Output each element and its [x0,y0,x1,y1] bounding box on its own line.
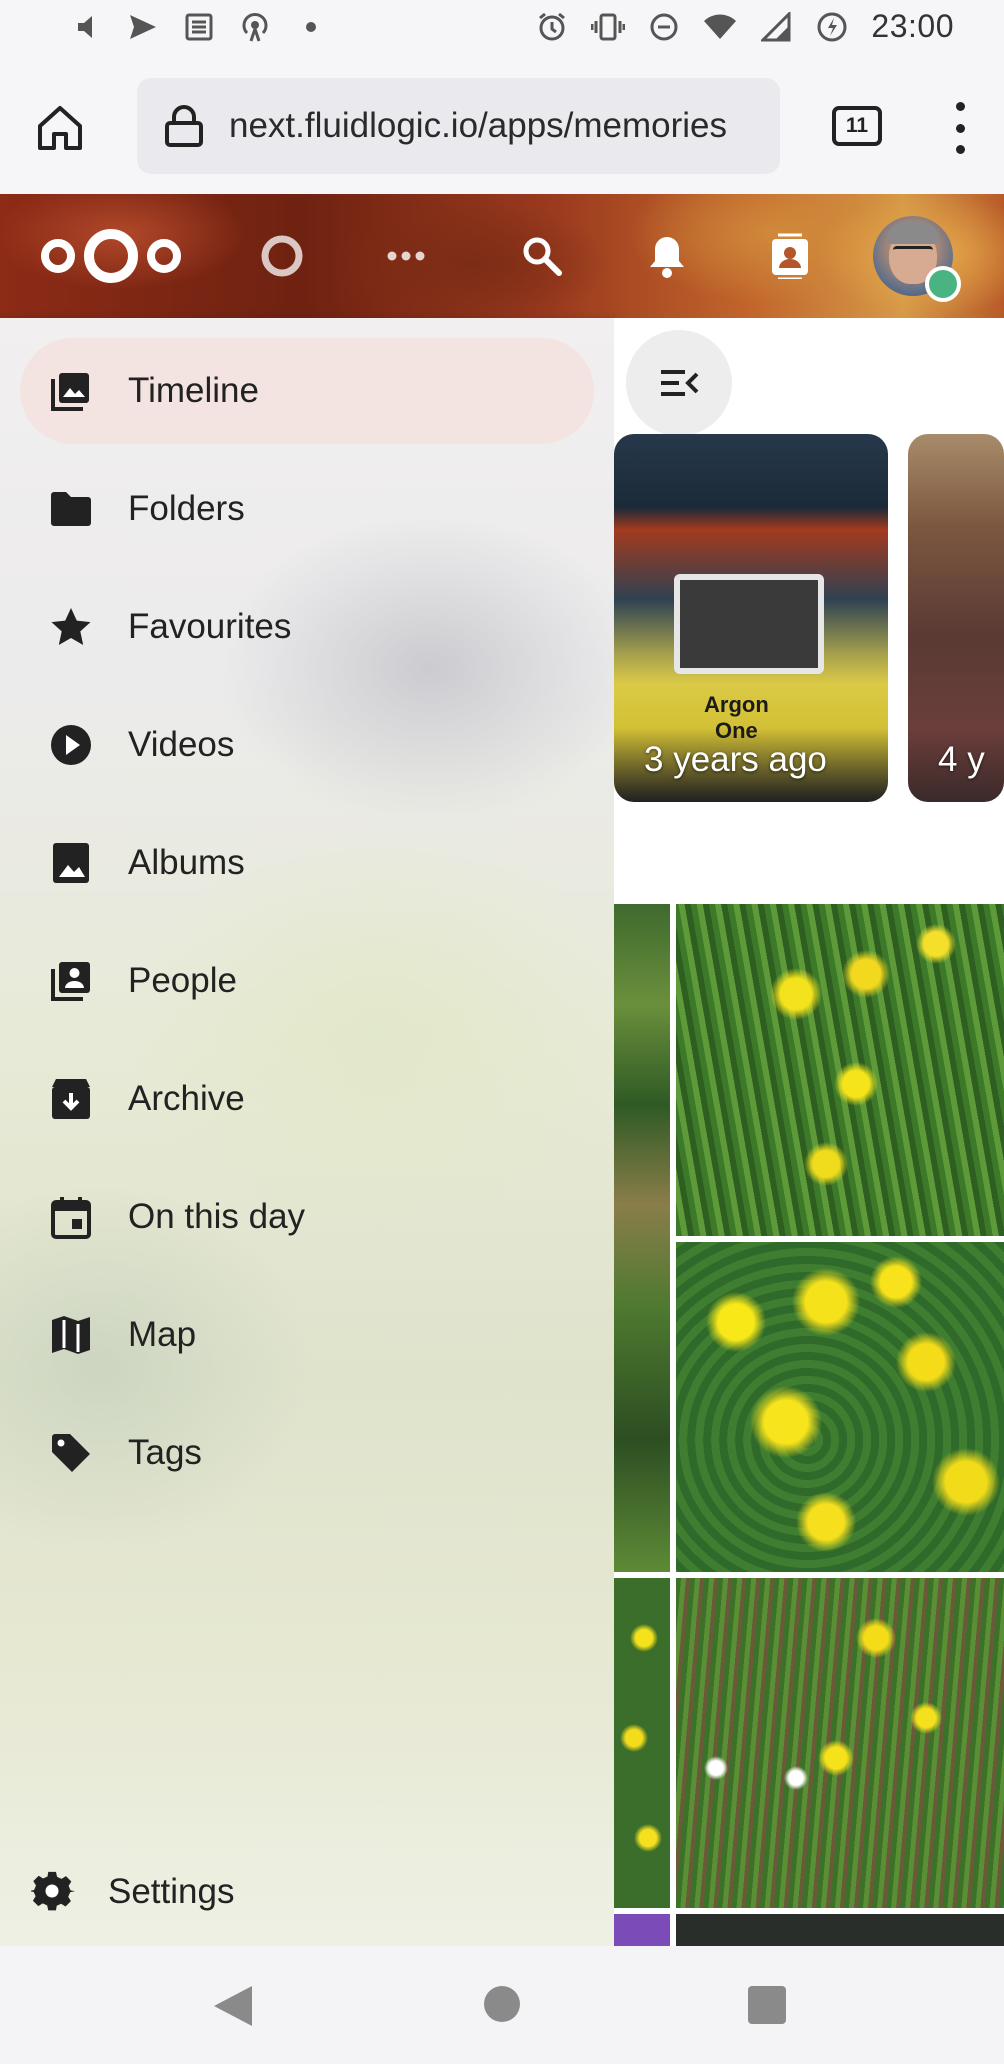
list-icon [182,10,216,44]
search-button[interactable] [508,222,576,290]
browser-home-button[interactable] [28,96,92,160]
nav-item-people[interactable]: People [20,928,594,1034]
dnd-icon [647,10,681,44]
address-bar[interactable]: next.fluidlogic.io/apps/memories [137,78,780,174]
lock-icon [165,105,203,147]
nav-item-label: Videos [128,725,235,764]
settings-button[interactable]: Settings [0,1838,614,1946]
tab-switcher-button[interactable]: 11 [832,106,882,146]
nav-item-timeline[interactable]: Timeline [20,338,594,444]
back-icon[interactable] [212,1984,254,2028]
circle-app-icon [261,235,303,277]
signal-icon [759,10,793,44]
battery-saver-icon [815,10,849,44]
star-icon [48,604,94,650]
photo-thumbnail[interactable] [614,1578,670,1908]
photo-thumbnail[interactable] [676,1914,1004,1946]
notifications-button[interactable] [633,222,701,290]
recents-icon[interactable] [748,1986,786,2024]
hotspot-icon [238,10,272,44]
photo-thumbnail[interactable] [676,904,1004,1236]
home-nav-icon[interactable] [484,1986,520,2022]
url-text: next.fluidlogic.io/apps/memories [229,106,728,145]
toggle-navigation-button[interactable] [626,330,732,436]
people-icon [48,958,94,1004]
more-apps-button[interactable] [372,222,440,290]
folder-icon [48,486,94,532]
memory-card[interactable]: Argon One 3 years ago [614,434,888,802]
browser-toolbar: next.fluidlogic.io/apps/memories 11 [0,60,1004,194]
home-icon [38,106,82,150]
photo-timeline: Argon One 3 years ago 4 y [614,318,1004,1946]
menu-collapse-icon [661,370,699,396]
contacts-icon [772,233,808,279]
browser-menu-button[interactable] [940,98,980,158]
memory-caption: 3 years ago [644,740,827,779]
play-icon [48,722,94,768]
online-status-badge [925,266,961,302]
send-icon [126,10,160,44]
nav-item-label: People [128,961,237,1000]
navigation-drawer: Timeline Folders Favourites Videos Album… [0,318,614,1946]
avatar[interactable] [873,216,961,302]
map-icon [48,1312,94,1358]
more-vert-icon [955,102,965,111]
nav-item-favourites[interactable]: Favourites [20,574,594,680]
nav-item-label: Albums [128,843,245,882]
memory-card[interactable]: 4 y [908,434,1004,802]
contacts-button[interactable] [756,222,824,290]
system-nav-bar [0,1946,1004,2064]
volume-icon [70,10,104,44]
app-header [0,194,1004,318]
timeline-icon [48,368,94,414]
photo-thumbnail[interactable] [614,1914,670,1946]
memory-caption: 4 y [938,740,985,779]
nav-item-archive[interactable]: Archive [20,1046,594,1152]
vibrate-icon [591,10,626,44]
status-time: 23:00 [871,8,954,44]
memory-photo-label: Argon One [704,692,769,743]
nav-item-tags[interactable]: Tags [20,1400,594,1506]
status-bar: 23:00 [0,0,1004,60]
calendar-icon [48,1194,94,1240]
gear-icon [30,1869,76,1915]
nav-item-label: Tags [128,1433,202,1472]
nextcloud-logo[interactable] [36,224,186,288]
nav-item-label: Archive [128,1079,245,1118]
alarm-icon [535,10,569,44]
search-icon [523,237,562,276]
nav-item-map[interactable]: Map [20,1282,594,1388]
album-icon [48,840,94,886]
nav-item-label: On this day [128,1197,306,1236]
tag-icon [48,1430,94,1476]
more-apps-icon [387,251,425,261]
photo-thumbnail[interactable] [676,1242,1004,1572]
photo-thumbnail[interactable] [676,1578,1004,1908]
circle-app-button[interactable] [248,222,316,290]
notifications-icon [650,237,684,278]
archive-icon [48,1076,94,1122]
photo-thumbnail[interactable] [614,904,670,1572]
nav-item-videos[interactable]: Videos [20,692,594,798]
memory-thumbnail [674,574,824,674]
nav-item-label: Map [128,1315,197,1354]
settings-label: Settings [108,1872,235,1911]
nav-item-folders[interactable]: Folders [20,456,594,562]
nav-item-label: Timeline [128,371,259,410]
nav-item-label: Folders [128,489,245,528]
nav-item-on-this-day[interactable]: On this day [20,1164,594,1270]
nav-item-albums[interactable]: Albums [20,810,594,916]
dot-icon [294,10,328,44]
wifi-icon [703,10,737,44]
nav-item-label: Favourites [128,607,292,646]
